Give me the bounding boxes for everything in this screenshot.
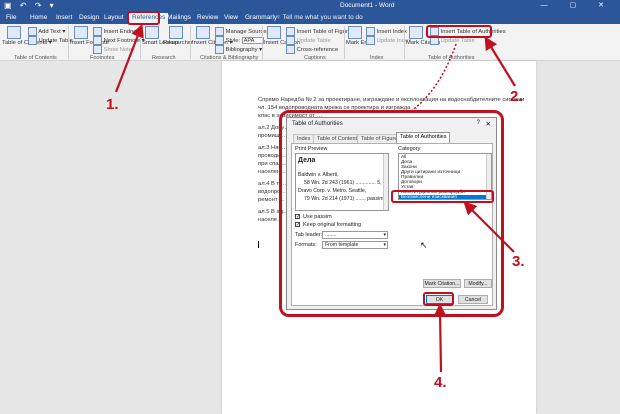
bibliography-icon — [215, 45, 224, 54]
style-icon — [215, 36, 224, 45]
highlight-dialog — [279, 110, 504, 317]
tab-view[interactable]: View — [224, 14, 238, 21]
bibliography-button[interactable]: Bibliography ▾ — [215, 45, 262, 54]
endnote-icon — [93, 27, 102, 36]
tab-review[interactable]: Review — [197, 14, 218, 21]
footnote-icon — [74, 26, 88, 39]
insert-citation-button[interactable]: Insert Citation ▾ — [192, 26, 232, 47]
tab-mailings[interactable]: Mailings — [167, 14, 191, 21]
toc-icon — [7, 26, 21, 39]
cross-reference-icon — [286, 45, 295, 54]
step-number-3: 3. — [512, 253, 525, 270]
add-text-button[interactable]: Add Text ▾ — [28, 27, 65, 36]
update-icon — [28, 36, 37, 45]
search-icon — [145, 26, 159, 39]
ribbon-references: Table of Contents ▾ Add Text ▾ Update Ta… — [0, 24, 620, 61]
step-number-2: 2. — [510, 88, 523, 105]
bibliography-label: Bibliography ▾ — [225, 47, 263, 54]
insert-caption-button[interactable]: Insert Caption — [264, 26, 300, 47]
tab-layout[interactable]: Layout — [104, 14, 124, 21]
mark-citation-icon — [409, 26, 423, 39]
insert-footnote-button[interactable]: Insert Footnote — [70, 26, 109, 47]
quick-access-toolbar[interactable]: ▣ ↶ ↷ ▾ — [4, 1, 57, 10]
researcher-icon — [168, 26, 183, 39]
style-dropdown[interactable]: Style: APA — [215, 36, 264, 45]
smart-lookup-button[interactable]: Smart Lookup — [142, 26, 178, 47]
title-bar: ▣ ↶ ↷ ▾ Document1 - Word — ▢ ✕ — [0, 0, 620, 12]
researcher-button[interactable]: Researcher — [163, 26, 193, 47]
sources-icon — [215, 27, 224, 36]
show-notes-label: Show Notes — [103, 47, 135, 54]
style-value[interactable]: APA — [241, 37, 264, 44]
show-notes-icon — [93, 45, 102, 54]
group-separator — [190, 26, 191, 59]
update-icon — [366, 36, 375, 45]
next-footnote-button[interactable]: Next Footnote ▾ — [93, 36, 145, 45]
tab-insert[interactable]: Insert — [56, 14, 72, 21]
tell-me-box[interactable]: ♀ Tell me what you want to do — [276, 14, 363, 21]
tab-grammarly[interactable]: Grammarly — [245, 14, 277, 21]
cross-reference-button[interactable]: Cross-reference — [286, 45, 338, 54]
figures-icon — [286, 27, 295, 36]
table-of-contents-button[interactable]: Table of Contents ▾ — [2, 26, 52, 47]
group-separator — [404, 26, 405, 59]
show-notes-button[interactable]: Show Notes — [93, 45, 135, 54]
update-toc-button[interactable]: Update Table — [28, 36, 73, 45]
update-icon — [286, 36, 295, 45]
group-separator — [140, 26, 141, 59]
step-number-4: 4. — [434, 374, 447, 391]
cross-reference-label: Cross-reference — [296, 47, 339, 54]
insert-index-button[interactable]: Insert Index — [366, 27, 407, 36]
group-separator — [262, 26, 263, 59]
highlight-references-tab — [127, 11, 160, 25]
mark-citation-button[interactable]: Mark Citation — [406, 26, 440, 47]
tab-design[interactable]: Design — [79, 14, 99, 21]
next-footnote-icon — [93, 36, 102, 45]
insert-endnote-button[interactable]: Insert Endnote — [93, 27, 141, 36]
tab-file[interactable]: File — [6, 14, 16, 21]
highlight-insert-toa — [426, 25, 492, 38]
caption-icon — [267, 26, 281, 39]
citation-icon — [196, 26, 210, 39]
update-figures-table-button[interactable]: Update Table — [286, 36, 331, 45]
add-text-label: Add Text ▾ — [38, 29, 66, 36]
window-controls[interactable]: — ▢ ✕ — [541, 1, 614, 9]
style-label: Style: — [225, 38, 241, 45]
text-cursor — [258, 241, 259, 248]
group-separator — [68, 26, 69, 59]
highlight-ok-button — [423, 292, 454, 306]
highlight-category-selection — [391, 190, 494, 203]
mark-entry-icon — [348, 26, 362, 39]
doc-text-line: Спрямо Наредба № 2 за проектиране, изгра… — [258, 97, 525, 103]
researcher-label: Researcher — [163, 40, 193, 46]
insert-index-label: Insert Index — [376, 29, 407, 36]
next-footnote-label: Next Footnote ▾ — [103, 38, 145, 45]
tab-home[interactable]: Home — [30, 14, 47, 21]
update-toa-label: Update Table — [440, 38, 475, 45]
update-figures-label: Update Table — [296, 38, 331, 45]
document-title: Document1 - Word — [340, 2, 395, 9]
ribbon-tabs: File Home Insert Design Layout Reference… — [0, 12, 620, 24]
insert-endnote-label: Insert Endnote — [103, 29, 142, 36]
index-icon — [366, 27, 375, 36]
group-separator — [344, 26, 345, 59]
mark-entry-button[interactable]: Mark Entry — [346, 26, 374, 47]
add-text-icon — [28, 27, 37, 36]
step-number-1: 1. — [106, 96, 119, 113]
